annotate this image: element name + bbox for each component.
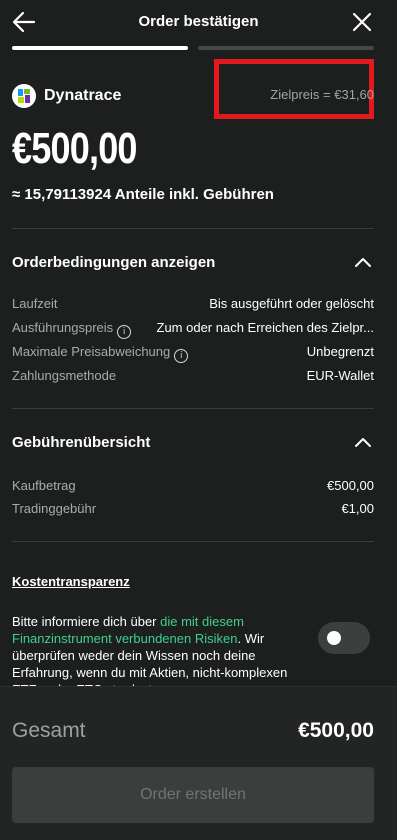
fee-label: Tradinggebühr	[12, 501, 97, 516]
progress-step-2	[198, 46, 374, 50]
fees-section-title[interactable]: Gebührenübersicht	[12, 434, 150, 451]
chevron-up-icon[interactable]	[354, 256, 372, 268]
divider	[12, 408, 374, 409]
step-progress	[12, 46, 374, 50]
progress-step-1	[12, 46, 188, 50]
fee-row-tradinggebuehr: Tradinggebühr €1,00	[12, 501, 374, 519]
kostentransparenz-link[interactable]: Kostentransparenz	[12, 574, 130, 589]
order-amount: €500,00	[12, 124, 138, 173]
condition-label-with-info: Ausführungspreis i	[12, 320, 132, 339]
info-icon[interactable]: i	[174, 349, 189, 363]
condition-row-laufzeit: Laufzeit Bis ausgeführt oder gelöscht	[12, 296, 374, 314]
dynatrace-logo-icon	[12, 84, 36, 108]
condition-value: Bis ausgeführt oder gelöscht	[209, 296, 374, 311]
shares-estimate: ≈ 15,79113924 Anteile inkl. Gebühren	[12, 186, 274, 203]
header-bar: Order bestätigen	[0, 0, 397, 44]
divider	[12, 228, 374, 229]
condition-value: Zum oder nach Erreichen des Zielpr...	[156, 320, 375, 335]
instrument-name: Dynatrace	[44, 87, 122, 104]
risk-acknowledge-toggle[interactable]	[318, 622, 370, 654]
condition-label: Laufzeit	[12, 296, 58, 311]
fee-label: Kaufbetrag	[12, 478, 76, 493]
total-value: €500,00	[298, 719, 374, 742]
total-label: Gesamt	[12, 719, 86, 742]
target-price: Zielpreis = €31,60	[270, 87, 374, 102]
condition-label-with-info: Maximale Preisabweichung i	[12, 344, 189, 363]
condition-row-ausfuehrungspreis: Ausführungspreis i Zum oder nach Erreiche…	[12, 320, 375, 339]
conditions-section-title[interactable]: Orderbedingungen anzeigen	[12, 254, 215, 271]
info-icon[interactable]: i	[117, 325, 132, 339]
order-footer: Gesamt €500,00 Order erstellen	[0, 686, 397, 840]
risk-disclosure-text: Bitte informiere dich über die mit diese…	[12, 613, 292, 687]
condition-value: EUR-Wallet	[306, 368, 374, 383]
toggle-knob	[327, 631, 341, 645]
page-title: Order bestätigen	[138, 13, 259, 30]
condition-label: Ausführungspreis	[12, 320, 114, 335]
fee-row-kaufbetrag: Kaufbetrag €500,00	[12, 478, 374, 496]
chevron-up-icon[interactable]	[354, 436, 372, 448]
condition-row-preisabweichung: Maximale Preisabweichung i Unbegrenzt	[12, 344, 374, 363]
fee-value: €500,00	[327, 478, 374, 493]
condition-label: Zahlungsmethode	[12, 368, 117, 383]
condition-label: Maximale Preisabweichung	[12, 344, 171, 359]
condition-value: Unbegrenzt	[306, 344, 374, 359]
risk-text-before: Bitte informiere dich über	[12, 614, 161, 629]
create-order-button[interactable]: Order erstellen	[12, 767, 374, 823]
divider	[12, 541, 374, 542]
fee-value: €1,00	[341, 501, 374, 516]
condition-row-zahlungsmethode: Zahlungsmethode EUR-Wallet	[12, 368, 374, 386]
close-icon[interactable]	[352, 12, 372, 32]
